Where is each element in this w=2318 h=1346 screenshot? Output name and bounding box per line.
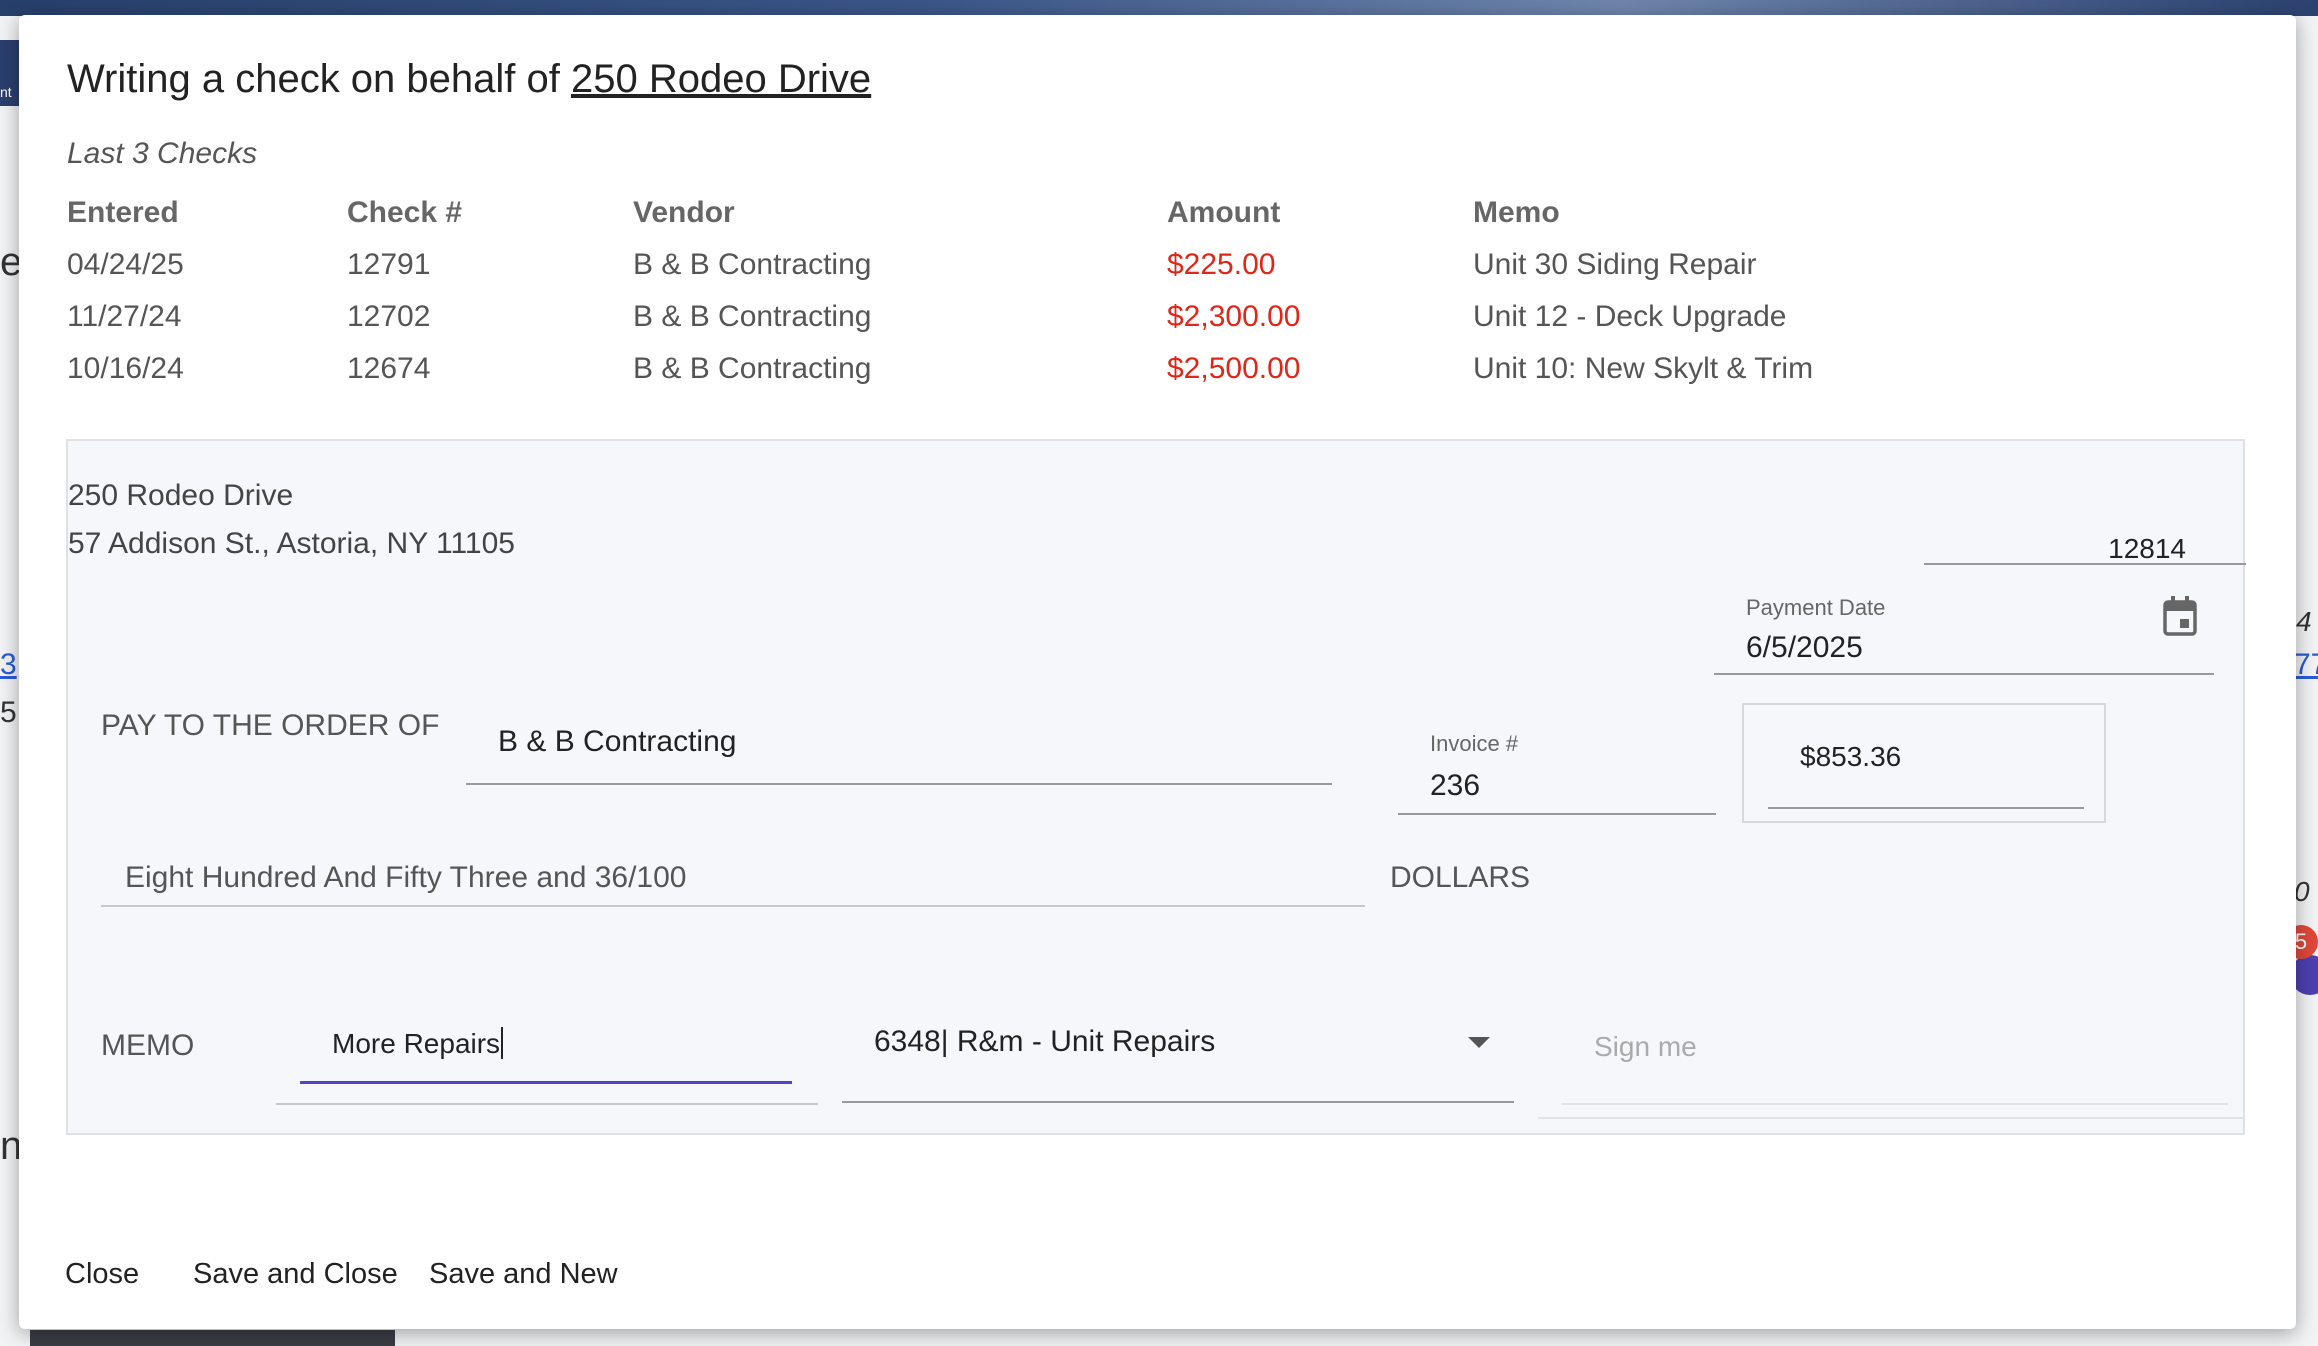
cell-amount: $225.00 xyxy=(1167,248,1276,281)
check-number-field[interactable]: 12814 xyxy=(1924,481,2246,565)
account-select[interactable]: 6348| R&m - Unit Repairs xyxy=(842,999,1514,1103)
check-form: 250 Rodeo Drive 57 Addison St., Astoria,… xyxy=(66,439,2246,1135)
payment-date-label: Payment Date xyxy=(1746,595,1886,620)
property-link[interactable]: 250 Rodeo Drive xyxy=(571,57,871,101)
payee-field[interactable]: B & B Contracting xyxy=(466,703,1332,785)
background-image xyxy=(30,1330,395,1346)
text-caret xyxy=(501,1027,504,1059)
payment-date-value: 6/5/2025 xyxy=(1746,631,1863,664)
amount-box: $853.36 xyxy=(1742,703,2106,823)
background-header xyxy=(0,0,2318,16)
amount-words-value: Eight Hundred And Fifty Three and 36/100 xyxy=(125,861,687,894)
background-left-tab: nt xyxy=(0,40,20,106)
property-address: 57 Addison St., Astoria, NY 11105 xyxy=(68,527,515,560)
payee-value: B & B Contracting xyxy=(498,725,737,758)
amount-field[interactable]: $853.36 xyxy=(1768,705,2084,809)
cell-entered: 11/27/24 xyxy=(67,300,182,333)
signature-input[interactable]: Sign me xyxy=(1562,1001,2228,1105)
memo-text: More Repairs xyxy=(332,1028,501,1059)
amount-words-field: Eight Hundred And Fifty Three and 36/100 xyxy=(101,833,1365,907)
cell-amount: $2,500.00 xyxy=(1167,352,1301,385)
column-header-vendor: Vendor xyxy=(633,196,735,229)
table-row: 11/27/24 12702 B & B Contracting $2,300.… xyxy=(67,291,1873,343)
memo-field: More Repairs xyxy=(276,999,818,1105)
background-fragment: nt xyxy=(0,84,12,100)
signature-field: Sign me xyxy=(1538,1001,2244,1119)
column-header-entered: Entered xyxy=(67,196,179,229)
cell-vendor: B & B Contracting xyxy=(633,300,872,333)
table-header-row: Entered Check # Vendor Amount Memo xyxy=(67,187,1873,239)
property-name: 250 Rodeo Drive xyxy=(68,479,294,512)
cell-vendor: B & B Contracting xyxy=(633,248,872,281)
signature-placeholder: Sign me xyxy=(1594,1031,1697,1062)
cell-check-number: 12674 xyxy=(347,352,431,385)
background-fragment: 4 xyxy=(2296,606,2312,637)
cell-entered: 10/16/24 xyxy=(67,352,184,385)
write-check-dialog: Writing a check on behalf of 250 Rodeo D… xyxy=(19,15,2296,1329)
dialog-title: Writing a check on behalf of 250 Rodeo D… xyxy=(67,57,871,102)
cell-check-number: 12702 xyxy=(347,300,431,333)
background-fragment: 5 xyxy=(0,696,17,729)
cell-memo: Unit 30 Siding Repair xyxy=(1473,248,1757,281)
pay-to-label: PAY TO THE ORDER OF xyxy=(101,709,440,742)
column-header-memo: Memo xyxy=(1473,196,1560,229)
cell-entered: 04/24/25 xyxy=(67,248,184,281)
dollars-label: DOLLARS xyxy=(1390,861,1531,894)
cell-vendor: B & B Contracting xyxy=(633,352,872,385)
column-header-check-number: Check # xyxy=(347,196,463,229)
recent-checks-caption: Last 3 Checks xyxy=(67,137,258,170)
background-fragment: 0 xyxy=(2294,876,2310,907)
cell-amount: $2,300.00 xyxy=(1167,300,1301,333)
background-link[interactable]: 3 xyxy=(0,648,17,682)
memo-value: More Repairs xyxy=(332,1027,504,1060)
chevron-down-icon[interactable] xyxy=(1468,1037,1490,1048)
save-and-new-button[interactable]: Save and New xyxy=(429,1258,618,1291)
background-link[interactable]: 77 xyxy=(2294,648,2318,682)
memo-input[interactable]: More Repairs xyxy=(300,999,792,1084)
table-row: 10/16/24 12674 B & B Contracting $2,500.… xyxy=(67,343,1873,395)
close-button[interactable]: Close xyxy=(65,1258,139,1291)
check-number-value: 12814 xyxy=(2108,533,2186,564)
cell-check-number: 12791 xyxy=(347,248,431,281)
table-row: 04/24/25 12791 B & B Contracting $225.00… xyxy=(67,239,1873,291)
cell-memo: Unit 10: New Skylt & Trim xyxy=(1473,352,1814,385)
save-and-close-button[interactable]: Save and Close xyxy=(193,1258,398,1291)
invoice-number-label: Invoice # xyxy=(1430,731,1519,756)
memo-label: MEMO xyxy=(101,1029,195,1062)
invoice-number-value: 236 xyxy=(1430,769,1481,802)
invoice-number-field[interactable]: Invoice # 236 xyxy=(1398,703,1716,815)
cell-memo: Unit 12 - Deck Upgrade xyxy=(1473,300,1787,333)
calendar-icon[interactable] xyxy=(2162,595,2198,637)
column-header-amount: Amount xyxy=(1167,196,1281,229)
account-value: 6348| R&m - Unit Repairs xyxy=(874,1025,1216,1058)
recent-checks-table: Entered Check # Vendor Amount Memo 04/24… xyxy=(67,187,1873,395)
payment-date-field[interactable]: Payment Date 6/5/2025 xyxy=(1714,581,2214,675)
dialog-title-prefix: Writing a check on behalf of xyxy=(67,57,560,101)
amount-value: $853.36 xyxy=(1800,741,1902,772)
